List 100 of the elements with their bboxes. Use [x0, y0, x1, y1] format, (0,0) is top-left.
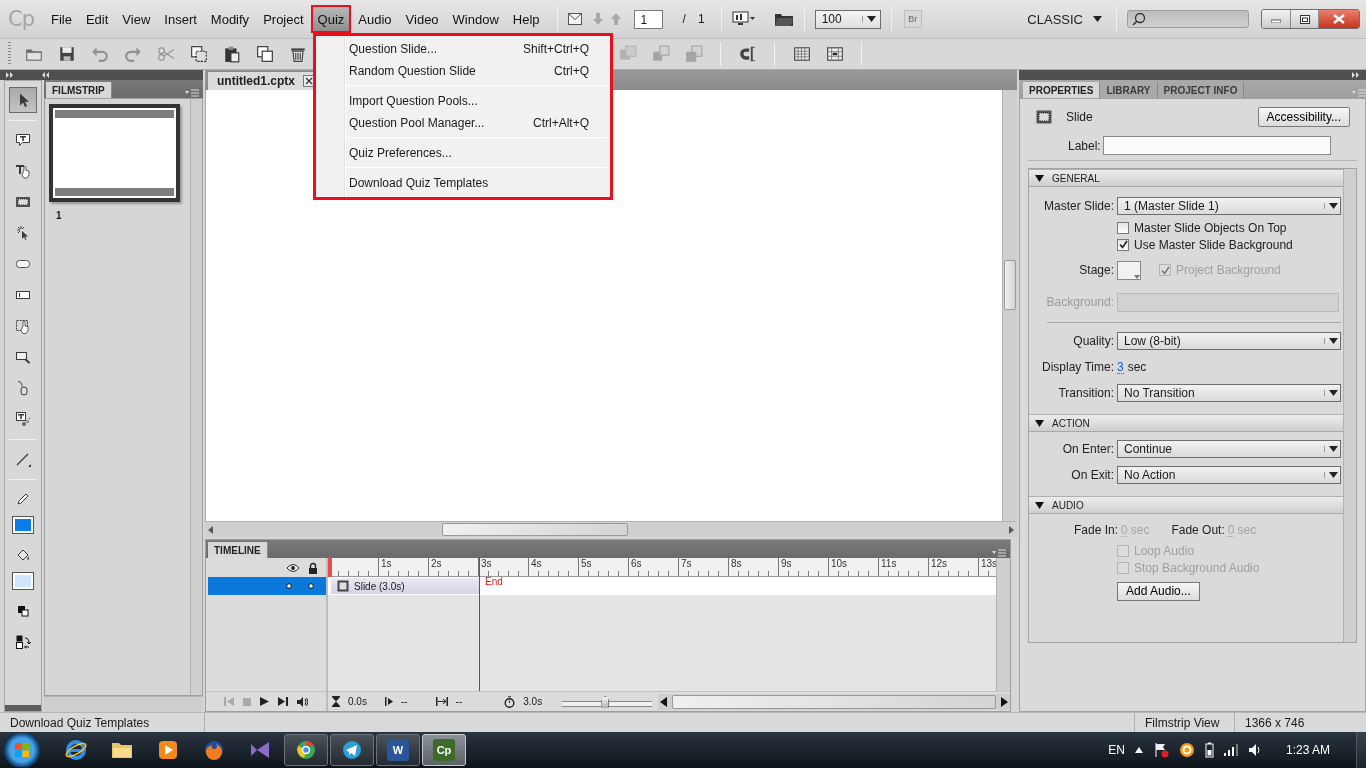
- slide-bar-label: Slide (3.0s): [354, 580, 405, 592]
- menu-item[interactable]: File: [44, 5, 79, 33]
- panel-tab[interactable]: FILMSTRIP: [46, 82, 112, 98]
- accessibility-button[interactable]: Accessibility...: [1257, 107, 1350, 127]
- panel-menu-icon: [992, 548, 1006, 558]
- slide-thumbnail[interactable]: [49, 104, 180, 202]
- speaker-icon[interactable]: [1247, 743, 1262, 757]
- menu-item[interactable]: Video: [398, 5, 446, 33]
- field-label: On Exit:: [1071, 468, 1114, 482]
- triangle-icon[interactable]: [1134, 747, 1143, 753]
- hand-frame-icon: [15, 318, 31, 334]
- dropdown[interactable]: No Transition: [1117, 384, 1341, 402]
- duplicate-icon: [255, 45, 274, 63]
- restore-button[interactable]: [1290, 10, 1318, 28]
- dropdown[interactable]: Continue: [1117, 440, 1341, 458]
- field-label: Transition:: [1058, 386, 1114, 400]
- dropdown[interactable]: No Action: [1117, 466, 1341, 484]
- dotted-rectangle-icon: [15, 194, 31, 210]
- panel-tab[interactable]: PROPERTIES: [1023, 82, 1101, 98]
- size-label: 1366 x 746: [1245, 715, 1305, 730]
- horizontal-scrollbar[interactable]: [205, 521, 1017, 537]
- taskbar-app[interactable]: [284, 734, 328, 766]
- flag-icon[interactable]: [1152, 742, 1169, 758]
- vertical-scrollbar[interactable]: [996, 558, 1010, 691]
- end-label: End: [485, 576, 503, 589]
- redo-icon: [123, 45, 142, 63]
- folder-icon[interactable]: [773, 11, 794, 27]
- menu-item[interactable]: Help: [505, 5, 547, 33]
- ruler-label: 7s: [681, 558, 692, 569]
- checkbox[interactable]: [1117, 238, 1129, 251]
- left-arrow-icon: [660, 696, 668, 707]
- slide-icon: [337, 580, 349, 592]
- sync-icon[interactable]: [1178, 742, 1195, 758]
- paint-bucket-icon: [15, 547, 31, 563]
- signal-icon[interactable]: [1223, 744, 1238, 756]
- time-value[interactable]: 3: [1117, 360, 1124, 374]
- monitor-icon[interactable]: [731, 11, 756, 27]
- section-header[interactable]: AUDIO: [1029, 496, 1343, 514]
- section-header[interactable]: GENERAL: [1029, 169, 1343, 187]
- stopwatch-icon: [504, 695, 516, 708]
- panel-tab[interactable]: PROJECT INFO: [1157, 82, 1245, 98]
- menu-item[interactable]: Audio: [351, 5, 399, 33]
- collapse-icon: [1352, 72, 1360, 78]
- first-frame-icon: [224, 697, 234, 706]
- tool-button[interactable]: [9, 87, 37, 113]
- right-arrow-icon: [1001, 696, 1008, 707]
- page-field[interactable]: 1: [633, 9, 663, 29]
- section-header[interactable]: ACTION: [1029, 414, 1343, 432]
- vertical-scrollbar[interactable]: [1343, 169, 1356, 642]
- panel-tab[interactable]: TIMELINE: [208, 542, 268, 558]
- vertical-scrollbar[interactable]: [1002, 90, 1017, 521]
- text-field[interactable]: [1102, 136, 1331, 155]
- start-button[interactable]: [2, 733, 42, 767]
- menu-item[interactable]: View: [115, 5, 158, 33]
- horizontal-scrollbar[interactable]: [44, 696, 203, 712]
- vertical-scrollbar[interactable]: [190, 99, 202, 695]
- panel-tab[interactable]: LIBRARY: [1100, 82, 1158, 98]
- menu-item[interactable]: Edit: [78, 5, 116, 33]
- menu-item[interactable]: Import Question Pools...: [316, 90, 607, 112]
- globe-icon: [202, 738, 226, 762]
- taskbar-app[interactable]: W: [376, 734, 420, 766]
- hourglass-icon: [332, 696, 340, 707]
- play-icon: [260, 697, 269, 706]
- menu-item[interactable]: Modify: [203, 5, 257, 33]
- menu-item[interactable]: Quiz Preferences...: [316, 142, 607, 164]
- grid-icon: [792, 45, 811, 63]
- menu-item[interactable]: Project: [256, 5, 311, 33]
- color-swatch[interactable]: [1117, 260, 1141, 280]
- menu-item[interactable]: Download Quiz Templates: [316, 172, 607, 194]
- checkbox[interactable]: [1117, 221, 1129, 234]
- taskbar-app[interactable]: [330, 734, 374, 766]
- bridge-button[interactable]: Br: [903, 10, 922, 28]
- dropdown[interactable]: Low (8-bit): [1117, 332, 1341, 350]
- checkbox-label: Loop Audio: [1134, 543, 1195, 558]
- close-icon: [1333, 14, 1345, 24]
- caret-icon: [1329, 390, 1338, 396]
- span-icon: [435, 697, 448, 706]
- search-field[interactable]: [1127, 10, 1249, 28]
- horizontal-scrollbar[interactable]: [658, 693, 1010, 710]
- zoom-dropdown[interactable]: 100: [814, 9, 881, 29]
- dropdown[interactable]: 1 (Master Slide 1): [1117, 197, 1341, 215]
- menu-item[interactable]: Insert: [157, 5, 204, 33]
- unit-label: sec: [1127, 360, 1147, 374]
- add-audio-button[interactable]: Add Audio...: [1117, 581, 1200, 601]
- menu-item[interactable]: Quiz: [310, 5, 352, 33]
- browser-icon: [64, 738, 88, 762]
- ruler-label: 8s: [731, 558, 742, 569]
- menu-item[interactable]: Window: [445, 5, 506, 33]
- menu-item[interactable]: Question Pool Manager... Ctrl+Alt+Q: [316, 112, 607, 134]
- search-icon: [1132, 12, 1146, 26]
- close-button[interactable]: [1318, 10, 1359, 28]
- slider-thumb[interactable]: [601, 695, 610, 708]
- menu-item[interactable]: Question Slide... Shift+Ctrl+Q: [316, 38, 607, 60]
- ruler-label: 6s: [631, 558, 642, 569]
- clock: 1:23 AM: [1285, 743, 1330, 757]
- battery-icon[interactable]: [1204, 742, 1214, 758]
- up-arrow-icon: [609, 13, 622, 25]
- caret-icon: [1329, 472, 1338, 478]
- workspace-dropdown[interactable]: CLASSIC: [1023, 11, 1106, 27]
- taskbar-app[interactable]: Cp: [422, 734, 466, 766]
